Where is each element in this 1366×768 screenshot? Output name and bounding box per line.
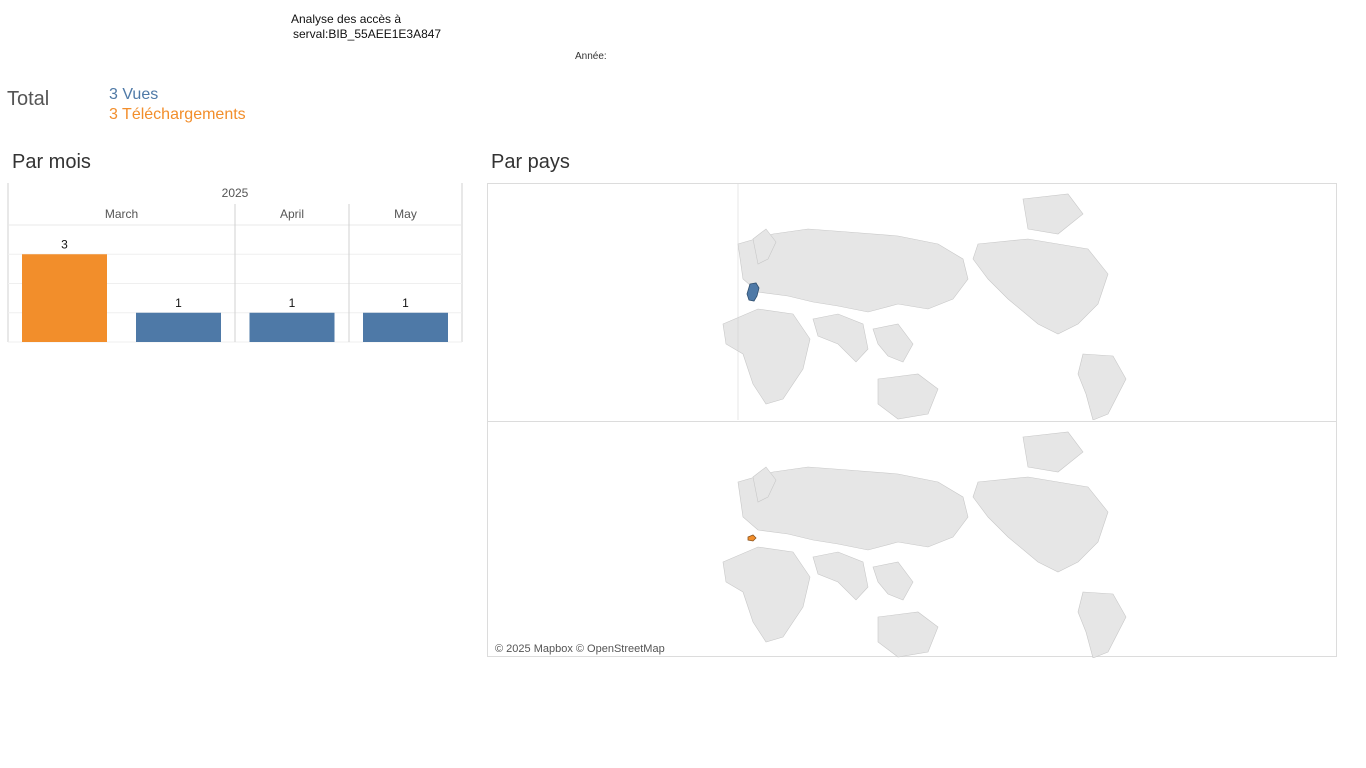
- world-map-views: [722, 184, 1127, 420]
- land-africa: [722, 308, 811, 405]
- land-southeast-asia: [872, 323, 914, 363]
- month-label: March: [105, 207, 138, 221]
- land-greenland: [1022, 193, 1084, 235]
- month-label: May: [394, 207, 417, 221]
- month-label: April: [280, 207, 304, 221]
- bar-views-label: 1: [402, 296, 409, 310]
- land-north-america: [972, 238, 1109, 335]
- bar-views-label: 1: [175, 296, 182, 310]
- bar-views: [249, 312, 335, 342]
- land-south-america: [1077, 353, 1127, 420]
- world-map-downloads: [722, 431, 1127, 658]
- bar-downloads-label: 3: [61, 237, 68, 251]
- bar-views: [136, 312, 221, 342]
- land-arabia-india: [812, 313, 869, 363]
- germany-highlight: [746, 282, 760, 302]
- switzerland-highlight: [747, 534, 757, 542]
- bar-views-label: 1: [289, 296, 296, 310]
- year-header: 2025: [222, 186, 249, 200]
- land-australia: [877, 373, 939, 420]
- downloads-map[interactable]: © 2025 Mapbox © OpenStreetMap: [488, 421, 1336, 658]
- monthly-bar-chart: 2025 March 3 1 April 1 May 1: [7, 183, 463, 343]
- map-attribution: © 2025 Mapbox © OpenStreetMap: [495, 643, 665, 655]
- country-map-panel[interactable]: © 2025 Mapbox © OpenStreetMap: [487, 183, 1337, 658]
- year-filter-label[interactable]: Année:: [575, 51, 607, 62]
- section-title-by-country: Par pays: [491, 151, 570, 173]
- bar-downloads: [22, 254, 107, 342]
- bar-views: [363, 312, 448, 342]
- views-map[interactable]: [488, 184, 1336, 420]
